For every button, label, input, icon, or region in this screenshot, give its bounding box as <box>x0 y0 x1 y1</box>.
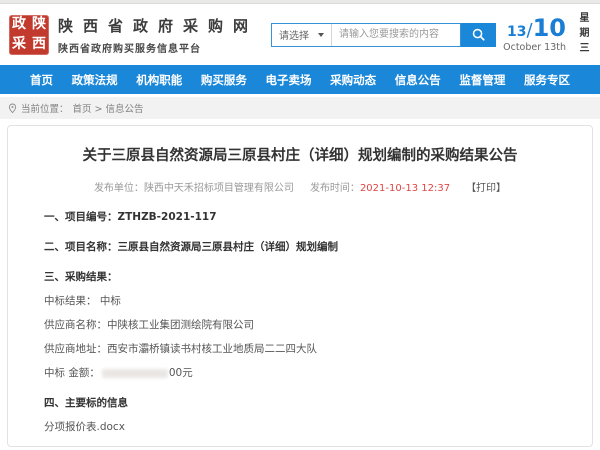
date-block: 13/10 October 13th <box>503 16 566 53</box>
search-select-label: 请选择 <box>279 27 309 42</box>
logo-char: 采 <box>9 35 29 55</box>
publisher: 发布单位：陕西中天禾招标项目管理有限公司 <box>94 179 294 194</box>
article-meta: 发布单位：陕西中天禾招标项目管理有限公司 发布时间：2021-10-13 12:… <box>44 179 556 194</box>
nav-item-policies[interactable]: 政策法规 <box>72 72 118 88</box>
supplier-address-value: 西安市灞桥镇读书村核工业地质局二二四大队 <box>107 343 317 355</box>
date-weekday: 星期三 <box>575 12 590 58</box>
publisher-label: 发布单位： <box>94 183 144 194</box>
search-input[interactable] <box>332 24 460 46</box>
main-nav: 首页 政策法规 机构职能 购买服务 电子卖场 采购动态 信息公告 监督管理 服务… <box>0 65 600 94</box>
redacted-amount <box>102 369 168 378</box>
supplier-name-row: 供应商名称：中陕核工业集团测绘院有限公司 <box>44 317 556 332</box>
search-box: 请选择 <box>271 23 496 47</box>
attachment-link[interactable]: 分项报价表.docx <box>44 419 556 434</box>
search-frame: 请选择 <box>271 23 461 47</box>
nav-item-purchase-services[interactable]: 购买服务 <box>201 72 247 88</box>
site-names: 陕西省政府采购网 陕西省政府购买服务信息平台 <box>58 15 258 55</box>
nav-item-functions[interactable]: 机构职能 <box>136 72 182 88</box>
site-header: 政 陕 采 西 陕西省政府采购网 陕西省政府购买服务信息平台 请选择 13 <box>0 4 600 65</box>
chevron-down-icon <box>318 33 324 37</box>
supplier-address-label: 供应商地址： <box>44 343 107 355</box>
section-procurement-result: 三、采购结果： <box>44 269 556 284</box>
site-logo: 政 陕 采 西 <box>9 15 49 55</box>
location-pin-icon <box>8 103 17 114</box>
section-project-number: 一、项目编号：ZTHZB-2021-117 <box>44 209 556 224</box>
date-month: 10 <box>533 14 566 42</box>
search-category-select[interactable]: 请选择 <box>272 24 332 46</box>
project-number-value: ZTHZB-2021-117 <box>118 211 217 223</box>
date-numeric: 13/10 <box>503 16 566 40</box>
breadcrumb: 当前位置： 首页 > 信息公告 <box>0 97 600 119</box>
logo-char: 政 <box>9 15 29 35</box>
project-number-label: 一、项目编号： <box>44 211 118 223</box>
bid-result-value: 中标 <box>100 295 121 307</box>
supplier-name-label: 供应商名称： <box>44 319 107 331</box>
project-name-label: 二、项目名称： <box>44 241 118 253</box>
publisher-value: 陕西中天禾招标项目管理有限公司 <box>144 183 294 194</box>
article-content: 一、项目编号：ZTHZB-2021-117 二、项目名称：三原县自然资源局三原县… <box>44 209 556 447</box>
publish-time-label: 发布时间： <box>310 183 360 194</box>
publish-time-value: 2021-10-13 12:37 <box>360 183 450 194</box>
nav-item-supervision[interactable]: 监督管理 <box>459 72 505 88</box>
bid-result-label: 中标结果： <box>44 295 97 307</box>
publish-time: 发布时间：2021-10-13 12:37 <box>310 179 450 194</box>
bid-amount-row: 中标 金额： 00元 <box>44 365 556 380</box>
nav-item-service-zone[interactable]: 服务专区 <box>524 72 570 88</box>
logo-char: 西 <box>29 35 49 55</box>
search-icon <box>471 27 486 42</box>
section-project-name: 二、项目名称：三原县自然资源局三原县村庄（详细）规划编制 <box>44 239 556 254</box>
nav-item-home[interactable]: 首页 <box>30 72 53 88</box>
nav-item-e-marketplace[interactable]: 电子卖场 <box>266 72 312 88</box>
print-button[interactable]: 【打印】 <box>466 179 506 194</box>
logo-char: 陕 <box>29 15 49 35</box>
breadcrumb-path[interactable]: 首页 > 信息公告 <box>73 101 144 115</box>
project-name-value: 三原县自然资源局三原县村庄（详细）规划编制 <box>118 241 339 253</box>
supplier-name-value: 中陕核工业集团测绘院有限公司 <box>107 319 254 331</box>
site-subtitle: 陕西省政府购买服务信息平台 <box>58 40 258 55</box>
date-day: 13 <box>507 24 526 40</box>
search-button[interactable] <box>461 23 496 47</box>
article-card: 关于三原县自然资源局三原县村庄（详细）规划编制的采购结果公告 发布单位：陕西中天… <box>7 125 593 447</box>
bid-amount-suffix: 00元 <box>169 367 193 379</box>
section-main-subject-info: 四、主要标的信息 <box>44 395 556 410</box>
article-title: 关于三原县自然资源局三原县村庄（详细）规划编制的采购结果公告 <box>44 144 556 165</box>
bid-amount-label: 中标 金额： <box>44 367 100 379</box>
nav-item-announcements[interactable]: 信息公告 <box>395 72 441 88</box>
supplier-address-row: 供应商地址：西安市灞桥镇读书村核工业地质局二二四大队 <box>44 341 556 356</box>
breadcrumb-prefix: 当前位置： <box>21 101 69 115</box>
nav-item-procurement-news[interactable]: 采购动态 <box>330 72 376 88</box>
date-english: October 13th <box>503 43 566 53</box>
site-title: 陕西省政府采购网 <box>58 15 258 36</box>
bid-result-row: 中标结果： 中标 <box>44 293 556 308</box>
